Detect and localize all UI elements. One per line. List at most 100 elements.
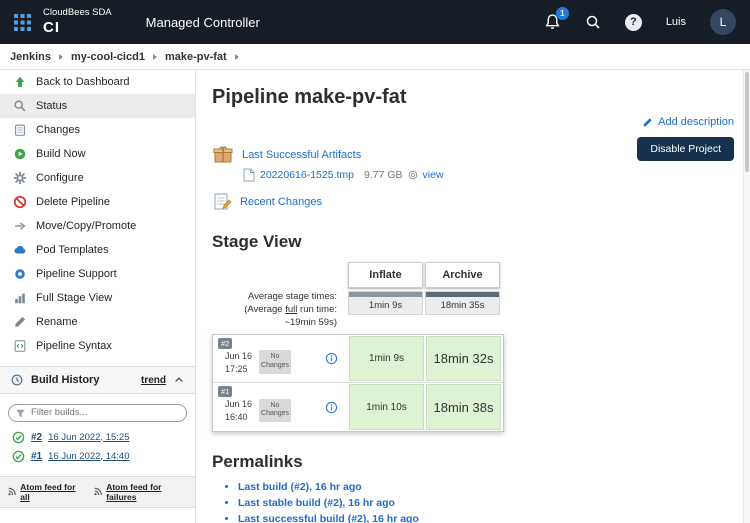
build-badge[interactable]: #2: [218, 338, 232, 349]
sidebar-item-pipeline-support[interactable]: Pipeline Support: [0, 262, 195, 286]
average-cell-archive: 18min 35s: [425, 291, 500, 315]
atom-feed-all-link[interactable]: Atom feed for all: [8, 482, 82, 502]
permalink-last-successful-build[interactable]: Last successful build (#2), 16 hr ago: [238, 513, 419, 523]
scrollbar-track[interactable]: [743, 70, 750, 523]
stage-row-build-2: #2 Jun 16 17:25 No Changes 1min 9s 18min…: [213, 335, 503, 383]
recent-changes-section: Recent Changes: [212, 192, 742, 212]
sidebar-item-changes[interactable]: Changes: [0, 118, 195, 142]
permalinks-title: Permalinks: [212, 452, 742, 472]
move-copy-icon: [12, 219, 27, 233]
notification-badge: 1: [556, 7, 569, 20]
pencil-icon: [642, 117, 653, 128]
add-description-link[interactable]: Add description: [642, 116, 734, 128]
sidebar-item-pod-templates[interactable]: Pod Templates: [0, 238, 195, 262]
breadcrumb-item-pipeline[interactable]: make-pv-fat: [165, 51, 227, 63]
disable-project-button[interactable]: Disable Project: [637, 137, 734, 161]
sidebar-item-label: Rename: [36, 316, 78, 328]
sidebar-item-label: Back to Dashboard: [36, 76, 130, 88]
success-check-icon: [12, 450, 25, 463]
build-number-link[interactable]: #2: [31, 432, 42, 443]
page-title: Pipeline make-pv-fat: [212, 86, 742, 109]
add-description-label: Add description: [658, 116, 734, 128]
sidebar-item-status[interactable]: Status: [0, 94, 195, 118]
stage-column-header-archive: Archive: [425, 262, 500, 288]
main-content: Pipeline make-pv-fat Add description Dis…: [196, 70, 742, 523]
brand-ci: CI: [43, 19, 112, 36]
stage-cell-archive[interactable]: 18min 38s: [426, 384, 501, 430]
info-icon[interactable]: [325, 352, 338, 365]
sidebar-item-delete-pipeline[interactable]: Delete Pipeline: [0, 190, 195, 214]
gear-icon: [12, 171, 27, 185]
avatar[interactable]: L: [710, 9, 736, 35]
stage-cell-inflate[interactable]: 1min 9s: [349, 336, 424, 381]
scrollbar-thumb[interactable]: [745, 72, 749, 172]
changes-document-icon: [12, 123, 27, 137]
info-icon[interactable]: [325, 401, 338, 414]
sidebar-item-pipeline-syntax[interactable]: Pipeline Syntax: [0, 334, 195, 358]
artifact-file-size: 9.77 GB: [364, 169, 403, 181]
build-now-icon: [12, 147, 27, 161]
recent-changes-icon: [212, 192, 232, 212]
artifact-view-link[interactable]: view: [423, 169, 444, 181]
chevron-right-icon: [235, 54, 239, 60]
stage-view-title: Stage View: [212, 232, 742, 252]
sidebar-item-build-now[interactable]: Build Now: [0, 142, 195, 166]
sidebar-item-move-copy-promote[interactable]: Move/Copy/Promote: [0, 214, 195, 238]
build-history-title: Build History: [31, 374, 99, 386]
topbar: CloudBees SDA CI Managed Controller 1 ? …: [0, 0, 750, 44]
recent-changes-link[interactable]: Recent Changes: [240, 196, 322, 208]
pod-templates-cloud-icon: [12, 243, 27, 257]
sidebar-item-label: Pipeline Syntax: [36, 340, 112, 352]
build-datetime: Jun 16 17:25: [225, 350, 252, 376]
filter-builds-input[interactable]: [8, 404, 187, 422]
build-date-link[interactable]: 16 Jun 2022, 14:40: [48, 451, 129, 462]
build-number-link[interactable]: #1: [31, 451, 42, 462]
permalink-last-stable-build[interactable]: Last stable build (#2), 16 hr ago: [238, 497, 395, 509]
build-history-header[interactable]: Build History trend: [0, 366, 195, 394]
rss-icon: [8, 487, 16, 496]
sidebar-item-full-stage-view[interactable]: Full Stage View: [0, 286, 195, 310]
permalink-last-build[interactable]: Last build (#2), 16 hr ago: [238, 481, 362, 493]
search-icon[interactable]: [585, 14, 601, 30]
rss-icon: [94, 487, 102, 496]
build-datetime: Jun 16 16:40: [225, 398, 252, 424]
average-stage-times-label: Average stage times: (Average full run t…: [212, 291, 347, 329]
package-icon: [212, 145, 234, 164]
sidebar-item-label: Delete Pipeline: [36, 196, 110, 208]
last-successful-artifacts-link[interactable]: Last Successful Artifacts: [242, 149, 361, 161]
app-switcher-icon[interactable]: [14, 14, 31, 31]
build-badge[interactable]: #1: [218, 386, 232, 397]
user-name[interactable]: Luis: [666, 16, 686, 28]
brand[interactable]: CloudBees SDA CI: [43, 8, 112, 36]
sidebar-item-rename[interactable]: Rename: [0, 310, 195, 334]
controller-title: Managed Controller: [146, 15, 260, 30]
rename-pencil-icon: [12, 315, 27, 329]
build-date-link[interactable]: 16 Jun 2022, 15:25: [48, 432, 129, 443]
pipeline-support-icon: [12, 267, 27, 281]
fingerprint-icon: [408, 170, 418, 180]
sidebar-item-label: Pod Templates: [36, 244, 109, 256]
chevron-right-icon: [153, 54, 157, 60]
breadcrumb-item-jenkins[interactable]: Jenkins: [10, 51, 51, 63]
trend-link[interactable]: trend: [141, 375, 166, 386]
notifications-bell-icon[interactable]: 1: [544, 13, 561, 31]
sidebar-item-configure[interactable]: Configure: [0, 166, 195, 190]
atom-feed-failures-link[interactable]: Atom feed for failures: [94, 482, 187, 502]
artifact-file-link[interactable]: 20220616-1525.tmp: [260, 169, 354, 181]
sidebar-item-label: Move/Copy/Promote: [36, 220, 136, 232]
sidebar-item-back-to-dashboard[interactable]: Back to Dashboard: [0, 70, 195, 94]
permalink-item: Last stable build (#2), 16 hr ago: [238, 497, 742, 509]
brand-name: CloudBees SDA: [43, 8, 112, 19]
permalinks-list: Last build (#2), 16 hr ago Last stable b…: [212, 481, 742, 523]
stage-cell-inflate[interactable]: 1min 10s: [349, 384, 424, 430]
chevron-right-icon: [59, 54, 63, 60]
collapse-chevron-icon[interactable]: [173, 374, 185, 386]
stage-column-header-inflate: Inflate: [348, 262, 423, 288]
build-history-row: #1 16 Jun 2022, 14:40: [0, 447, 195, 466]
build-history-row: #2 16 Jun 2022, 15:25: [0, 428, 195, 447]
stage-row-build-1: #1 Jun 16 16:40 No Changes 1min 10s 18mi…: [213, 383, 503, 431]
stage-view-table: Inflate Archive Average stage times: (Av…: [212, 262, 504, 432]
stage-cell-archive[interactable]: 18min 32s: [426, 336, 501, 381]
help-icon[interactable]: ?: [625, 14, 642, 31]
breadcrumb-item-folder[interactable]: my-cool-cicd1: [71, 51, 145, 63]
